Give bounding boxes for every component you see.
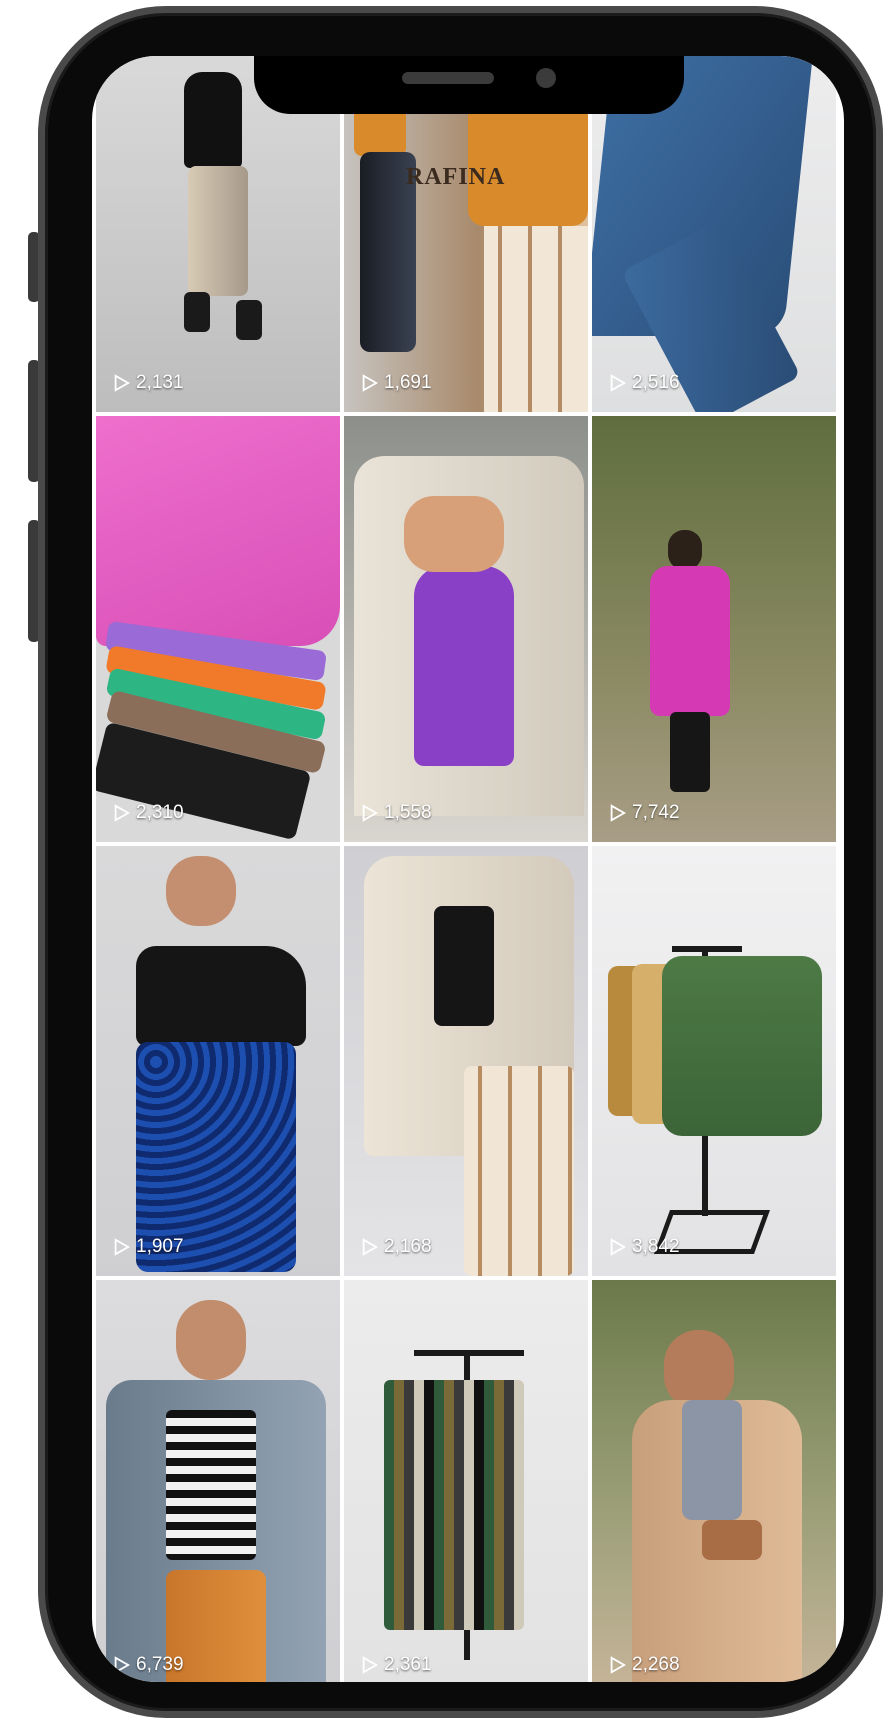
view-count: 2,268 (608, 1654, 680, 1676)
video-tile[interactable]: 3,842 (592, 846, 836, 1276)
view-count-text: 2,268 (632, 1654, 680, 1675)
view-count: 1,907 (112, 1236, 184, 1258)
model-face (166, 856, 236, 926)
boot-right (236, 300, 262, 340)
model-purple-top (414, 566, 514, 766)
video-tile[interactable]: 7,742 (592, 416, 836, 842)
notch (254, 56, 684, 114)
view-count: 2,361 (360, 1654, 432, 1676)
play-icon (360, 374, 378, 392)
view-count: 1,558 (360, 802, 432, 824)
model-hair (668, 530, 702, 570)
video-tile[interactable]: 2,361 (344, 1280, 588, 1682)
play-icon (360, 1238, 378, 1256)
view-count-text: 2,361 (384, 1654, 432, 1675)
model-bag (702, 1520, 762, 1560)
view-count: 7,742 (608, 802, 680, 824)
brand-text: RAFINA (406, 164, 506, 190)
video-tile[interactable]: 6,739 (96, 1280, 340, 1682)
plaid-pants (484, 226, 588, 412)
play-icon (360, 804, 378, 822)
view-count: 2,131 (112, 372, 184, 394)
view-count: 2,168 (360, 1236, 432, 1258)
play-icon (608, 804, 626, 822)
video-tile[interactable]: 1,907 (96, 846, 340, 1276)
green-jacket (662, 956, 822, 1136)
patterned-pants (384, 1380, 524, 1630)
model-black-top (136, 946, 306, 1046)
model-face (664, 1330, 734, 1410)
model-sweater (184, 72, 242, 168)
view-count-text: 2,516 (632, 372, 680, 393)
model-top-close (468, 96, 588, 226)
video-grid: 2,131 RAFINA 1,691 2,516 2,310 1,558 7,7… (92, 56, 844, 1682)
view-count: 2,516 (608, 372, 680, 394)
play-icon (112, 374, 130, 392)
video-tile[interactable]: 2,268 (592, 1280, 836, 1682)
view-count-text: 6,739 (136, 1654, 184, 1675)
view-count-text: 1,558 (384, 802, 432, 823)
phone-screen: 2,131 RAFINA 1,691 2,516 2,310 1,558 7,7… (92, 56, 844, 1682)
view-count: 2,310 (112, 802, 184, 824)
model-face (176, 1300, 246, 1380)
view-count-text: 2,131 (136, 372, 184, 393)
video-tile[interactable]: 2,168 (344, 846, 588, 1276)
model-face-front (404, 496, 504, 572)
video-tile[interactable]: 2,310 (96, 416, 340, 842)
speaker (402, 72, 494, 84)
plaid-pants (464, 1066, 574, 1276)
view-count-text: 1,691 (384, 372, 432, 393)
view-count-text: 2,168 (384, 1236, 432, 1257)
model-leggings (670, 712, 710, 792)
play-icon (112, 1656, 130, 1674)
view-count: 1,691 (360, 372, 432, 394)
video-tile[interactable]: 1,558 (344, 416, 588, 842)
view-count-text: 3,842 (632, 1236, 680, 1257)
boot-left (184, 292, 210, 332)
model-pants (188, 166, 248, 296)
model-hoodie (682, 1400, 742, 1520)
pink-sweater (96, 416, 340, 646)
view-count-text: 7,742 (632, 802, 680, 823)
play-icon (608, 1238, 626, 1256)
model-black-top (434, 906, 494, 1026)
view-count: 3,842 (608, 1236, 680, 1258)
camera-icon (536, 68, 556, 88)
play-icon (360, 1656, 378, 1674)
model-pink-coat (650, 566, 730, 716)
model-striped-top (166, 1410, 256, 1560)
play-icon (112, 804, 130, 822)
view-count-text: 1,907 (136, 1236, 184, 1257)
play-icon (112, 1238, 130, 1256)
view-count: 6,739 (112, 1654, 184, 1676)
play-icon (608, 1656, 626, 1674)
view-count-text: 2,310 (136, 802, 184, 823)
play-icon (608, 374, 626, 392)
